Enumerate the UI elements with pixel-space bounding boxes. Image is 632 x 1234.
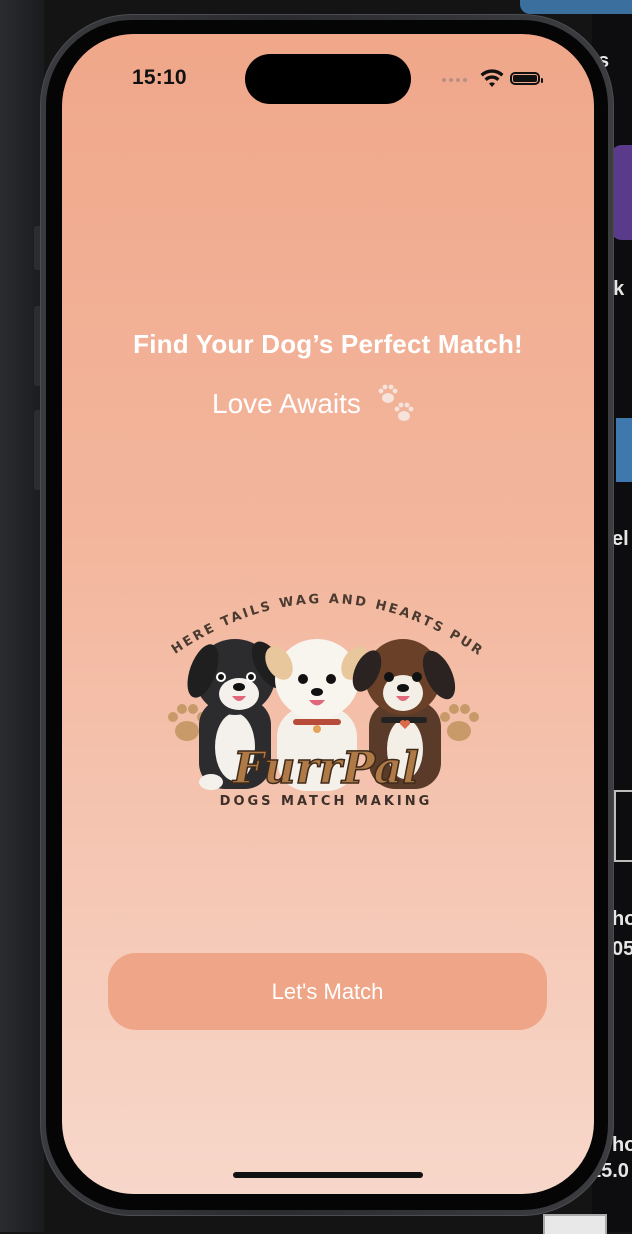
logo-paw-right [440, 704, 479, 741]
logo-brand: FurrPal [231, 743, 419, 794]
phone-volume-down-button [34, 410, 40, 490]
furrpal-logo: WHERE TAILS WAG AND HEARTS PURR [159, 579, 484, 809]
bg-text-fragment: ho [612, 1134, 632, 1156]
bg-text-fragment: el [612, 528, 629, 550]
status-icons [442, 69, 562, 89]
bg-box-fragment [614, 790, 632, 862]
battery-icon [510, 72, 543, 85]
phone-volume-up-button [34, 306, 40, 386]
bg-panel-fragment [616, 418, 632, 482]
status-time: 15:10 [132, 66, 187, 89]
app-screen: 15:10 Find Your Dog’s Perfect Match! Lov… [62, 34, 594, 1194]
bg-thumbnail [543, 1214, 607, 1234]
subline-text: Love Awaits [212, 388, 361, 419]
paw-prints-icon [378, 384, 414, 421]
cellular-signal-icon [442, 78, 467, 82]
desktop-left-edge [0, 0, 44, 1232]
bg-text-fragment: 05 [612, 938, 632, 960]
bg-text-fragment: ho [612, 908, 632, 930]
home-indicator[interactable] [233, 1172, 423, 1178]
logo-subtitle: DOGS MATCH MAKING [220, 794, 433, 809]
lets-match-button[interactable]: Let's Match [108, 953, 547, 1030]
dynamic-island [245, 54, 411, 104]
phone-action-button [34, 226, 40, 270]
headline: Find Your Dog’s Perfect Match! [133, 329, 523, 359]
desktop-window-fragment [520, 0, 632, 14]
wifi-icon [480, 69, 504, 87]
subline: Love Awaits [212, 384, 419, 424]
